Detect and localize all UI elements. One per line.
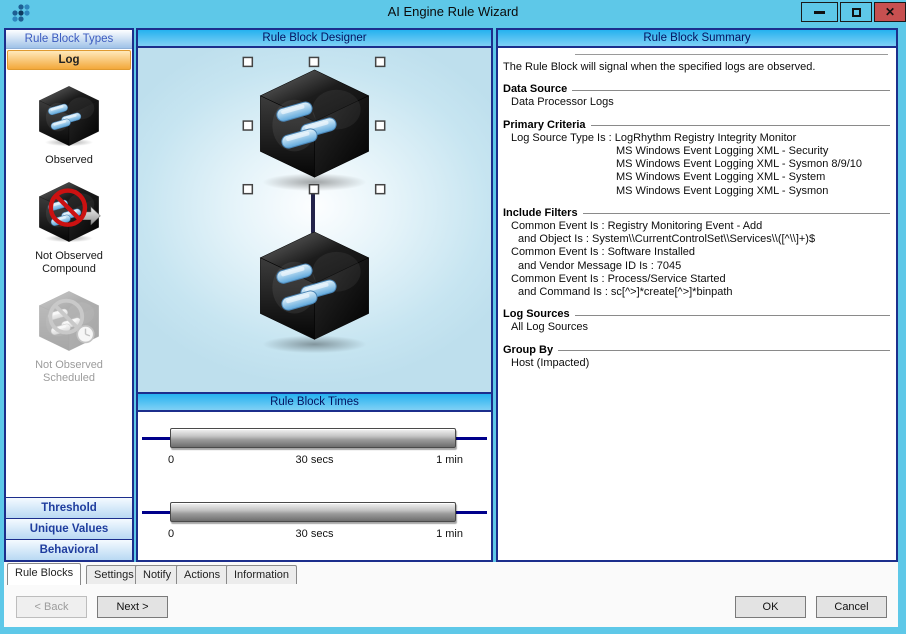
summary-line: Common Event Is : Software Installed <box>503 246 890 259</box>
rule-type-not-observed-compound[interactable]: Not Observed Compound <box>6 181 132 276</box>
tab-notify[interactable]: Notify <box>135 565 179 584</box>
summary-header: Rule Block Summary <box>498 30 896 48</box>
selection-handle[interactable] <box>309 57 318 66</box>
summary-line: Common Event Is : Process/Service Starte… <box>503 273 890 286</box>
designer-header: Rule Block Designer <box>138 30 491 48</box>
close-button[interactable]: ✕ <box>874 2 906 22</box>
not-observed-scheduled-icon <box>36 290 102 352</box>
time-slider-bar[interactable] <box>170 428 456 448</box>
ok-button[interactable]: OK <box>735 596 806 618</box>
summary-line: and Object Is : System\\CurrentControlSe… <box>503 233 890 246</box>
window-title: AI Engine Rule Wizard <box>0 4 906 19</box>
rule-block-designer-panel: Rule Block Designer R <box>136 28 493 562</box>
log-group-button[interactable]: Log <box>7 50 131 70</box>
selection-handle[interactable] <box>376 57 385 66</box>
selection-handle[interactable] <box>376 121 385 130</box>
rule-block-types-panel: Rule Block Types Log Observed Not Observ… <box>4 28 134 562</box>
back-button[interactable]: < Back <box>16 596 87 618</box>
rule-type-label: Not Observed Scheduled <box>23 359 115 385</box>
divider <box>575 54 888 55</box>
summary-line: Host (Impacted) <box>503 357 890 370</box>
summary-line: MS Windows Event Logging XML - Sysmon <box>503 185 890 198</box>
behavioral-group-button[interactable]: Behavioral <box>6 539 132 560</box>
rule-type-not-observed-scheduled: Not Observed Scheduled <box>6 290 132 385</box>
next-button[interactable]: Next > <box>97 596 168 618</box>
summary-line: MS Windows Event Logging XML - System <box>503 171 890 184</box>
unique-values-group-button[interactable]: Unique Values <box>6 518 132 539</box>
summary-line: and Vendor Message ID Is : 7045 <box>503 260 890 273</box>
maximize-button[interactable] <box>840 2 872 22</box>
bottom-bar: Rule Blocks Settings Notify Actions Info… <box>4 562 898 627</box>
summary-line: and Command Is : sc[^>]*create[^>]*binpa… <box>503 286 890 299</box>
observed-cube-icon <box>36 85 102 147</box>
selection-handle[interactable] <box>309 185 318 194</box>
designer-canvas[interactable] <box>138 48 491 394</box>
tab-actions[interactable]: Actions <box>176 565 228 584</box>
tab-rule-blocks[interactable]: Rule Blocks <box>7 563 81 585</box>
summary-line: MS Windows Event Logging XML - Security <box>503 145 890 158</box>
rule-block-types-header: Rule Block Types <box>6 30 132 49</box>
section-title-data-source: Data Source <box>503 83 890 96</box>
tab-settings[interactable]: Settings <box>86 565 142 584</box>
selection-handle[interactable] <box>243 57 252 66</box>
summary-line: MS Windows Event Logging XML - Sysmon 8/… <box>503 158 890 171</box>
section-title-group-by: Group By <box>503 344 890 357</box>
rule-block-cube-top[interactable] <box>260 70 368 177</box>
rule-block-times-body: 0 30 secs 1 min 0 30 secs 1 min <box>138 412 491 558</box>
summary-body: The Rule Block will signal when the spec… <box>498 48 896 370</box>
summary-line: Log Source Type Is : LogRhythm Registry … <box>503 132 890 145</box>
time-slider-1: 0 30 secs 1 min <box>140 427 489 473</box>
summary-intro: The Rule Block will signal when the spec… <box>503 61 890 74</box>
cancel-button[interactable]: Cancel <box>816 596 887 618</box>
summary-line: Data Processor Logs <box>503 96 890 109</box>
rule-type-label: Not Observed Compound <box>23 250 115 276</box>
summary-line: Common Event Is : Registry Monitoring Ev… <box>503 220 890 233</box>
time-slider-2: 0 30 secs 1 min <box>140 501 489 547</box>
rule-block-cube-bottom[interactable] <box>260 232 368 339</box>
minimize-icon <box>814 11 825 14</box>
selection-handle[interactable] <box>376 185 385 194</box>
selection-handle[interactable] <box>243 121 252 130</box>
time-slider-bar[interactable] <box>170 502 456 522</box>
titlebar: AI Engine Rule Wizard ✕ <box>0 0 906 25</box>
rule-block-summary-panel: Rule Block Summary The Rule Block will s… <box>496 28 898 562</box>
slider-max-label: 1 min <box>436 528 463 540</box>
minimize-button[interactable] <box>801 2 838 22</box>
rule-type-observed[interactable]: Observed <box>6 85 132 167</box>
threshold-group-button[interactable]: Threshold <box>6 497 132 518</box>
section-title-include-filters: Include Filters <box>503 207 890 220</box>
rule-type-label: Observed <box>23 154 115 167</box>
wizard-window: AI Engine Rule Wizard ✕ Rule Block Types… <box>0 0 906 634</box>
tab-information[interactable]: Information <box>226 565 297 584</box>
not-observed-compound-icon <box>36 181 102 243</box>
section-title-primary-criteria: Primary Criteria <box>503 119 890 132</box>
connector-line <box>311 193 315 233</box>
maximize-icon <box>852 8 861 17</box>
selection-handle[interactable] <box>243 185 252 194</box>
slider-max-label: 1 min <box>436 454 463 466</box>
summary-line: All Log Sources <box>503 321 890 334</box>
section-title-log-sources: Log Sources <box>503 308 890 321</box>
times-header: Rule Block Times <box>138 394 491 412</box>
